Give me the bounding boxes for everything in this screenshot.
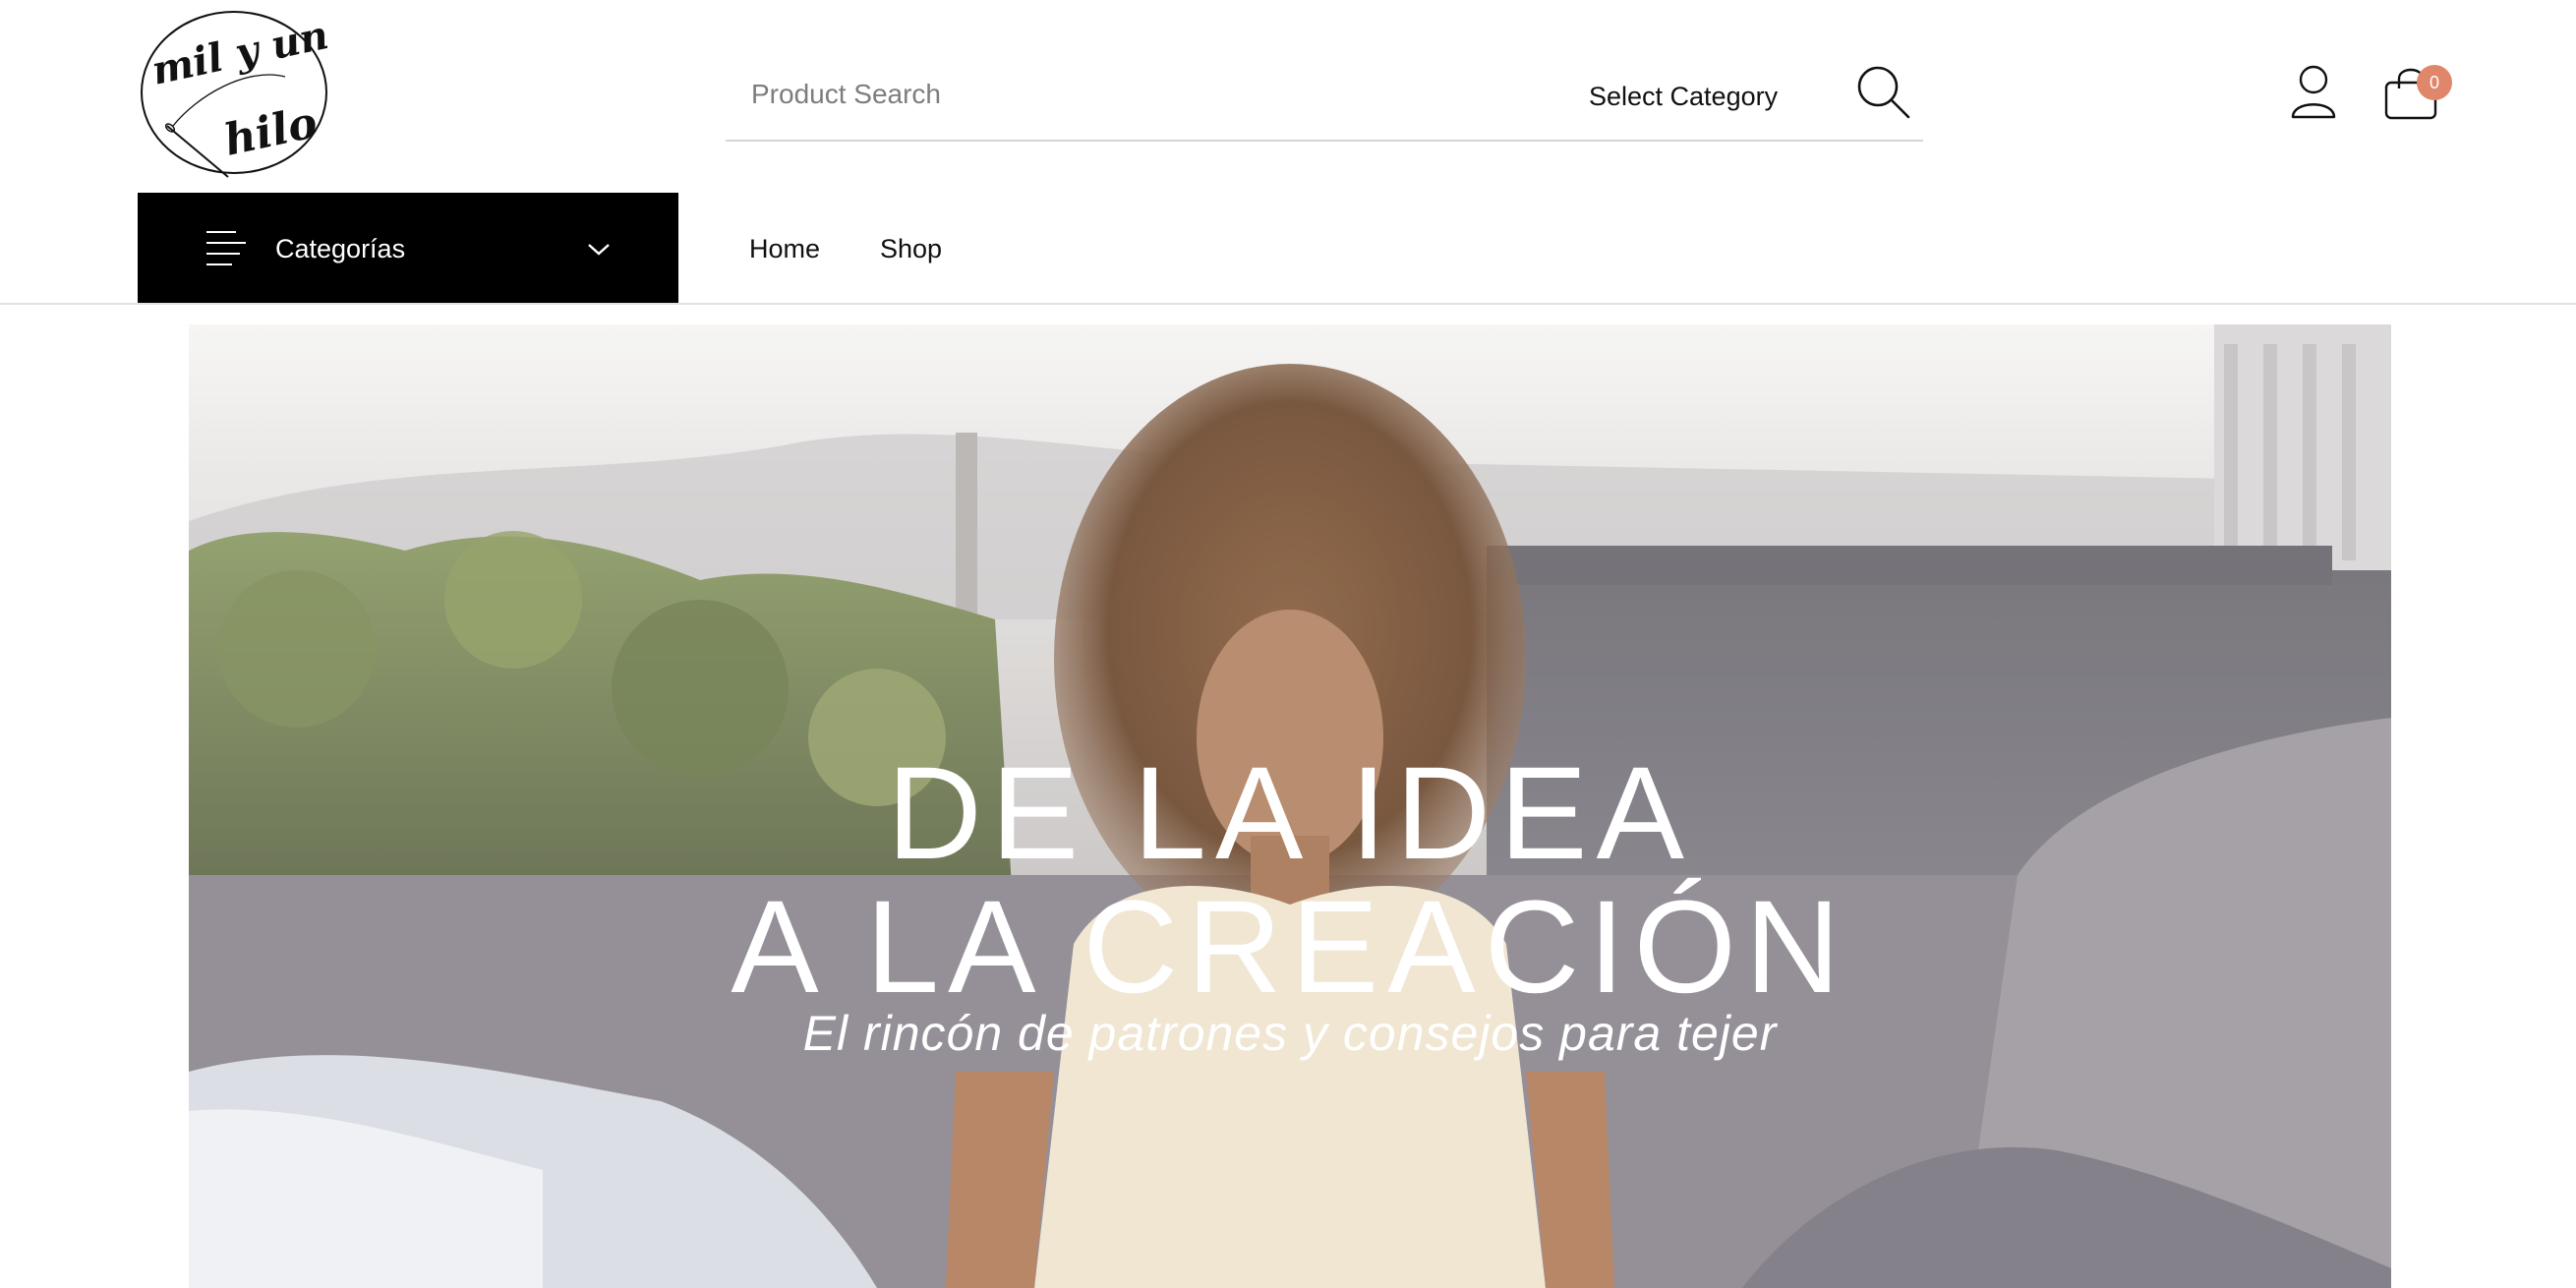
logo-graphic: mil y un hilo	[141, 11, 330, 178]
header-divider	[0, 303, 2576, 305]
hero-title: DE LA IDEA A LA CREACIÓN	[189, 747, 2391, 1015]
user-icon	[2291, 65, 2336, 119]
site-header: mil y un hilo Select Category 0	[0, 0, 2576, 193]
product-search-input[interactable]	[726, 67, 1473, 122]
product-search-bar: Select Category	[726, 57, 1923, 142]
account-button[interactable]	[2289, 63, 2338, 120]
hero-title-line1: DE LA IDEA	[887, 740, 1693, 887]
hero-banner: DE LA IDEA A LA CREACIÓN El rincón de pa…	[189, 324, 2391, 1288]
hero-subtitle: El rincón de patrones y consejos para te…	[802, 1006, 1778, 1061]
nav-link-home[interactable]: Home	[749, 193, 820, 305]
chevron-down-icon	[586, 238, 612, 260]
logo-text-line2: hilo	[220, 97, 322, 166]
categories-label: Categorías	[275, 234, 406, 263]
search-icon	[1857, 66, 1910, 119]
search-button[interactable]	[1854, 63, 1913, 122]
hero-title-line2: A LA CREACIÓN	[731, 874, 1849, 1021]
categories-menu-button[interactable]: Categorías	[138, 193, 678, 305]
nav-link-shop[interactable]: Shop	[880, 193, 942, 305]
select-category-dropdown[interactable]: Select Category	[1589, 75, 1778, 118]
cart-count-badge: 0	[2417, 65, 2452, 100]
hamburger-menu-icon	[206, 230, 246, 265]
site-logo[interactable]: mil y un hilo	[138, 8, 330, 181]
logo-text-line1: mil y un	[147, 12, 330, 94]
